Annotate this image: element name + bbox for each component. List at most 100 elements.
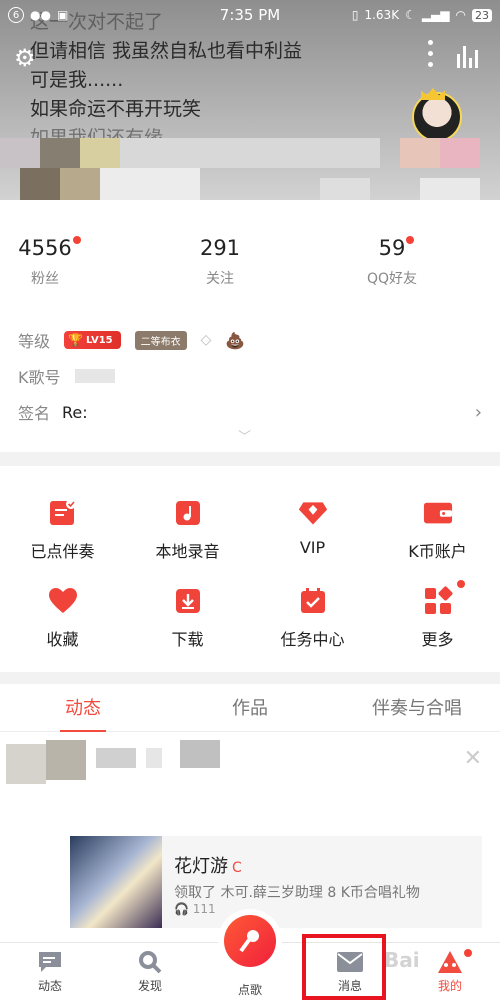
followers-label: 粉丝	[31, 271, 59, 287]
song-description: 领取了 木可.薛三岁助理 8 K币合唱礼物	[174, 885, 420, 901]
crown-icon	[421, 88, 445, 100]
tab-feed[interactable]: 动态	[0, 694, 166, 720]
tab-works[interactable]: 作品	[167, 694, 333, 720]
feed-item-header-blurred	[6, 740, 226, 784]
trophy-icon: 🏆	[68, 333, 83, 347]
level-row[interactable]: 等级 🏆 LV15 二等布衣 ◇ 💩	[18, 328, 245, 352]
menu-label: 下载	[171, 630, 204, 649]
moon-icon: ☾	[405, 8, 416, 22]
sing-button[interactable]	[224, 915, 276, 967]
download-icon	[173, 586, 203, 616]
new-followers-dot	[72, 236, 81, 244]
accompaniment-icon	[48, 498, 78, 528]
level-label: 等级	[18, 332, 51, 351]
settings-gear-icon[interactable]: ⚙	[14, 44, 36, 72]
nav-label: 动态	[37, 979, 62, 993]
me-notification-dot	[464, 949, 472, 957]
menu-label: 收藏	[46, 630, 79, 649]
song-card[interactable]: 花灯游 C 领取了 木可.薛三岁助理 8 K币合唱礼物 🎧 111	[70, 836, 482, 928]
signal-icon: ▂▄▆	[421, 8, 450, 22]
local-recording-icon	[173, 498, 203, 528]
headphones-icon: 🎧	[174, 902, 189, 916]
more-options-icon[interactable]	[428, 40, 434, 67]
followers-stat[interactable]: 4556 粉丝	[10, 236, 81, 288]
profile-cover: 这一次对不起了 但请相信 我虽然自私也看中利益 可是我...... 如果命运不再…	[0, 0, 500, 230]
lyric-line: 如果命运不再开玩笑	[30, 98, 202, 120]
following-count: 291	[199, 236, 241, 260]
level-badge-text: LV15	[85, 334, 113, 346]
status-bar: 6 ●● ▣ 7:35 PM ▯ 1.63K ☾ ▂▄▆ ◠ 23	[0, 0, 500, 30]
signature-value: Re:	[62, 402, 88, 422]
feed-icon	[0, 949, 100, 975]
signature-label: 签名	[18, 404, 51, 423]
profile-tabs: 动态 作品 伴奏与合唱	[0, 684, 500, 732]
qq-friends-count: 59	[378, 236, 406, 260]
menu-accompaniment[interactable]: 已点伴奏	[0, 498, 125, 562]
wechat-icon: ●●	[30, 8, 51, 22]
more-grid-icon	[423, 580, 465, 616]
discover-icon	[100, 949, 200, 975]
nav-label: 发现	[137, 979, 162, 993]
heart-icon	[48, 586, 78, 616]
nav-label: 我的	[437, 979, 462, 993]
menu-local-recording[interactable]: 本地录音	[125, 498, 250, 562]
menu-label: K币账户	[408, 542, 467, 561]
menu-label: VIP	[299, 538, 326, 557]
status-time: 7:35 PM	[219, 6, 281, 24]
sim-icon: ▯	[351, 8, 359, 22]
stats-row: 4556 粉丝 291 关注 59 QQ好友	[0, 236, 500, 296]
notification-count-icon: 6	[8, 7, 24, 23]
menu-label: 本地录音	[155, 542, 220, 561]
qq-friends-label: QQ好友	[366, 271, 418, 287]
image-icon: ▣	[56, 8, 69, 22]
song-cover-image	[70, 836, 162, 928]
song-title: 花灯游 C	[174, 852, 242, 878]
chevron-right-icon[interactable]: ›	[475, 402, 482, 423]
task-calendar-icon	[298, 586, 328, 616]
signature-row[interactable]: 签名 Re:	[18, 400, 88, 424]
battery-icon: 23	[472, 8, 492, 22]
menu-label: 已点伴奏	[30, 542, 95, 561]
menu-label: 更多	[421, 630, 454, 649]
level-badge[interactable]: 🏆 LV15	[64, 331, 121, 349]
tab-accompaniment-chorus[interactable]: 伴奏与合唱	[334, 694, 500, 720]
kid-value-blurred	[74, 369, 115, 383]
menu-label: 任务中心	[280, 630, 345, 649]
poop-icon[interactable]: 💩	[225, 331, 245, 350]
profile-card: 4556 粉丝 291 关注 59 QQ好友 等级 🏆 LV15 二等布衣 ◇ 💩…	[0, 200, 500, 452]
nav-feed[interactable]: 动态	[0, 949, 100, 994]
nav-discover[interactable]: 发现	[100, 949, 200, 994]
watermark: Bai	[384, 948, 420, 972]
network-speed: 1.63K	[364, 8, 400, 22]
lyric-line: 但请相信 我虽然自私也看中利益	[30, 40, 303, 62]
menu-favorites[interactable]: 收藏	[0, 586, 125, 650]
menu-task-center[interactable]: 任务中心	[250, 586, 375, 650]
menu-k-coin-account[interactable]: K币账户	[375, 498, 500, 562]
chevron-down-icon[interactable]: ﹀	[238, 426, 251, 445]
highlight-annotation-box	[302, 934, 386, 1000]
menu-more[interactable]: 更多	[375, 580, 500, 650]
qq-friends-stat[interactable]: 59 QQ好友	[352, 236, 432, 288]
kid-row: K歌号	[18, 364, 115, 388]
sing-icon	[239, 930, 259, 953]
wifi-icon: ◠	[455, 8, 466, 22]
menu-vip[interactable]: VIP	[250, 498, 375, 557]
kid-label: K歌号	[18, 368, 61, 387]
lyric-line: 可是我......	[30, 69, 124, 91]
diamond-icon[interactable]: ◇	[201, 332, 212, 348]
more-notification-dot	[456, 580, 465, 588]
qq-friends-dot	[406, 236, 415, 244]
bottom-navigation: 动态 发现 点歌 消息 我的	[0, 915, 500, 1000]
wallet-icon	[423, 498, 453, 528]
music-bars-icon[interactable]	[457, 46, 478, 68]
feed-list: ✕ 花灯游 C 领取了 木可.薛三岁助理 8 K币合唱礼物 🎧 111	[0, 732, 500, 942]
nav-label[interactable]: 点歌	[200, 981, 300, 998]
play-count-value: 111	[192, 902, 216, 916]
chorus-badge: C	[232, 860, 242, 876]
following-label: 关注	[206, 271, 234, 287]
song-title-text: 花灯游	[174, 856, 228, 877]
menu-download[interactable]: 下载	[125, 586, 250, 650]
following-stat[interactable]: 291 关注	[185, 236, 255, 288]
rank-badge[interactable]: 二等布衣	[134, 330, 187, 350]
close-icon[interactable]: ✕	[464, 746, 482, 771]
